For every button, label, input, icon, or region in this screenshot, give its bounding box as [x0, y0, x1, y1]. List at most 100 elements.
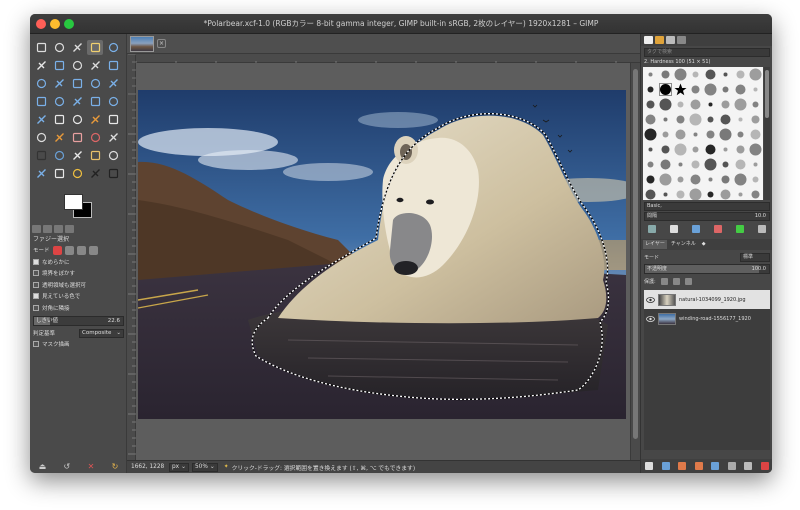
checkbox-box[interactable]: [33, 281, 39, 288]
reset-options-icon[interactable]: ↻: [112, 462, 119, 471]
checkbox-box[interactable]: [33, 304, 39, 311]
brush-thumbnail[interactable]: [643, 127, 658, 142]
brush-thumbnail[interactable]: [658, 187, 673, 200]
tab-layers[interactable]: レイヤー: [643, 240, 667, 249]
brush-thumbnail[interactable]: [643, 172, 658, 187]
brush-thumbnail[interactable]: [733, 157, 748, 172]
layer-row[interactable]: winding-road-1556177_1920: [644, 309, 770, 328]
layer-row[interactable]: natural-1034099_1920.jpg: [644, 290, 770, 309]
brush-thumbnail[interactable]: [673, 82, 688, 97]
layer-name[interactable]: winding-road-1556177_1920: [679, 316, 751, 322]
flip-icon[interactable]: [105, 94, 121, 109]
brush-thumbnail[interactable]: [703, 157, 718, 172]
brush-thumbnail[interactable]: [643, 112, 658, 127]
option-checkbox[interactable]: なめらかに: [30, 256, 127, 268]
undo-history-tab-icon[interactable]: [54, 225, 63, 233]
lock-alpha-icon[interactable]: [684, 277, 692, 285]
brush-thumbnail[interactable]: [703, 112, 718, 127]
vertical-scrollbar[interactable]: [630, 63, 640, 460]
vertical-ruler[interactable]: [127, 53, 136, 460]
brush-thumbnail[interactable]: [643, 97, 658, 112]
brush-thumbnail[interactable]: [673, 142, 688, 157]
brush-thumbnail[interactable]: [703, 172, 718, 187]
brush-thumbnail[interactable]: [703, 187, 718, 200]
brush-thumbnail[interactable]: [718, 67, 733, 82]
raise-layer-icon[interactable]: [678, 462, 687, 470]
document-history-tab-icon[interactable]: [677, 36, 686, 44]
brush-thumbnail[interactable]: [748, 82, 763, 97]
brush-thumbnail[interactable]: [688, 127, 703, 142]
brush-thumbnail[interactable]: [703, 82, 718, 97]
brush-thumbnail[interactable]: [643, 187, 658, 200]
heal-icon[interactable]: [69, 148, 85, 163]
brush-thumbnail[interactable]: [673, 97, 688, 112]
mypaint-brush-icon[interactable]: [33, 148, 49, 163]
zoom-icon[interactable]: [105, 58, 121, 73]
images-tab-icon[interactable]: [65, 225, 74, 233]
brush-thumbnail[interactable]: [673, 157, 688, 172]
open-brush-as-image-icon[interactable]: [758, 225, 766, 233]
cage-transform-icon[interactable]: [33, 112, 49, 127]
brush-thumbnail[interactable]: [733, 112, 748, 127]
brush-thumbnail[interactable]: [673, 67, 688, 82]
brush-thumbnail[interactable]: [688, 172, 703, 187]
brush-thumbnail[interactable]: [733, 127, 748, 142]
save-options-icon[interactable]: ⏏: [39, 462, 47, 471]
delete-brush-icon[interactable]: [714, 225, 722, 233]
brush-thumbnail[interactable]: [718, 187, 733, 200]
brush-thumbnail[interactable]: [643, 67, 658, 82]
ellipse-select-icon[interactable]: [51, 40, 67, 55]
brush-thumbnail[interactable]: [748, 67, 763, 82]
clone-icon[interactable]: [51, 148, 67, 163]
brush-thumbnail[interactable]: [673, 172, 688, 187]
brush-thumbnail[interactable]: [658, 142, 673, 157]
warp-icon[interactable]: [51, 112, 67, 127]
blend-icon[interactable]: [105, 112, 121, 127]
checkbox-box[interactable]: [33, 293, 39, 300]
brush-thumbnail[interactable]: [733, 142, 748, 157]
add-mode-icon[interactable]: [64, 245, 74, 255]
foreground-color-icon[interactable]: [87, 166, 103, 181]
mask-layer-icon[interactable]: [744, 462, 753, 470]
delete-layer-icon[interactable]: [760, 462, 769, 470]
brush-thumbnail[interactable]: [643, 82, 658, 97]
eraser-icon[interactable]: [69, 130, 85, 145]
brush-thumbnail[interactable]: [688, 82, 703, 97]
eye-icon[interactable]: [646, 295, 655, 304]
brush-thumbnail[interactable]: [718, 112, 733, 127]
color-select-icon[interactable]: [105, 40, 121, 55]
brush-thumbnail[interactable]: [718, 82, 733, 97]
brush-thumbnail[interactable]: [703, 67, 718, 82]
ink-icon[interactable]: [105, 130, 121, 145]
brush-thumbnail[interactable]: [748, 112, 763, 127]
brush-thumbnail[interactable]: [748, 97, 763, 112]
option-checkbox[interactable]: 見えている色で: [30, 291, 127, 303]
lock-pixels-icon[interactable]: [660, 277, 668, 285]
text-icon[interactable]: [69, 112, 85, 127]
brush-thumbnail[interactable]: [688, 187, 703, 200]
brush-thumbnail[interactable]: [748, 142, 763, 157]
smudge-icon[interactable]: [33, 166, 49, 181]
scale-icon[interactable]: [51, 94, 67, 109]
brush-thumbnail[interactable]: [658, 97, 673, 112]
brush-thumbnail[interactable]: [703, 142, 718, 157]
scrollbar-thumb[interactable]: [633, 69, 638, 439]
layer-mode-select[interactable]: 標準: [740, 252, 770, 262]
mask-draw-checkbox[interactable]: マスク描画: [30, 339, 127, 351]
brush-thumbnail[interactable]: [733, 172, 748, 187]
brush-thumbnail[interactable]: [718, 172, 733, 187]
brush-thumbnail[interactable]: [688, 142, 703, 157]
replace-mode-icon[interactable]: [52, 245, 62, 255]
background-color-icon[interactable]: [105, 166, 121, 181]
brush-thumbnail[interactable]: [658, 112, 673, 127]
new-brush-icon[interactable]: [670, 225, 678, 233]
brush-thumbnail[interactable]: [643, 142, 658, 157]
perspective-clone-icon[interactable]: [87, 148, 103, 163]
brush-thumbnail[interactable]: [688, 112, 703, 127]
eye-icon[interactable]: [646, 314, 655, 323]
option-checkbox[interactable]: 対角に隣接: [30, 302, 127, 314]
refresh-brushes-icon[interactable]: [736, 225, 744, 233]
mask-draw-box[interactable]: [33, 341, 39, 348]
brush-thumbnail[interactable]: [733, 82, 748, 97]
airbrush-icon[interactable]: [87, 130, 103, 145]
